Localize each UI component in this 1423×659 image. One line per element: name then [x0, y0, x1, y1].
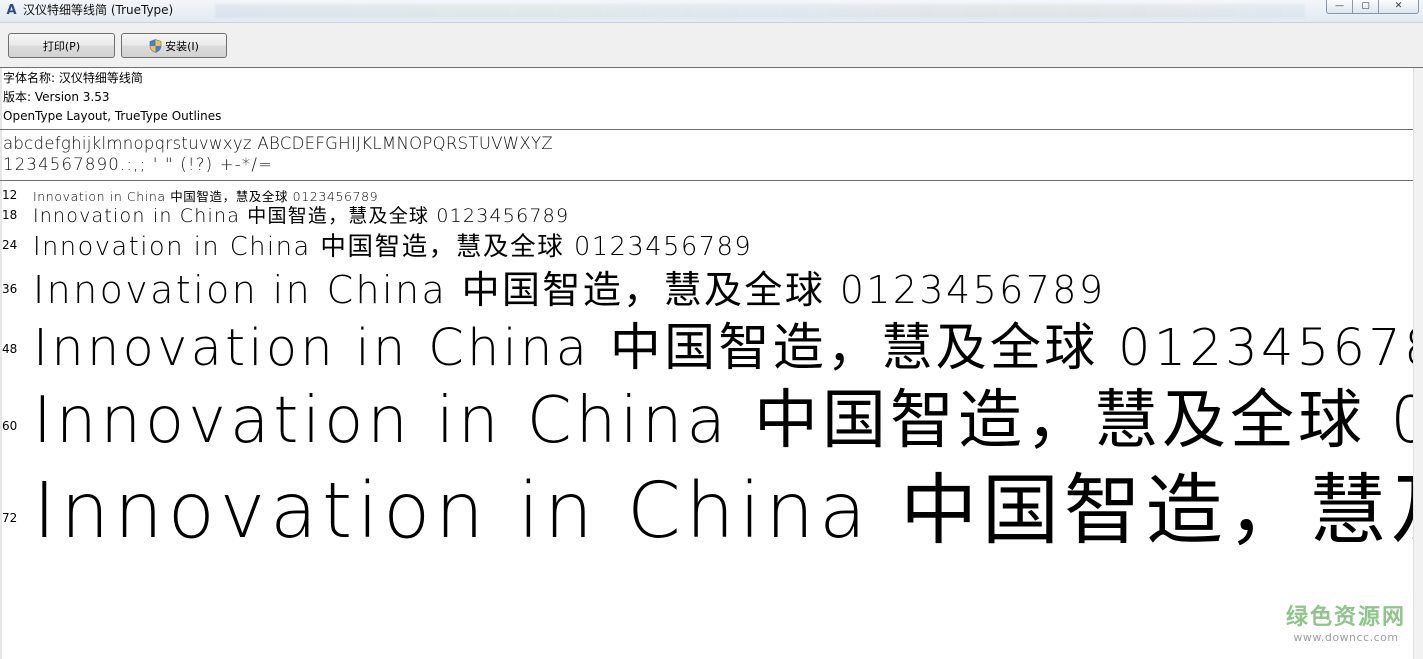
size-samples: 12 Innovation in China 中国智造，慧及全球 0123456…: [0, 181, 1413, 659]
title-bar: A 汉仪特细等线简 (TrueType) — ▢ ✕: [0, 0, 1423, 23]
install-button[interactable]: 安装(I): [121, 33, 227, 58]
size-label: 48: [2, 342, 18, 356]
size-label: 72: [2, 511, 18, 525]
size-label: 24: [2, 238, 18, 252]
background-taskbar-blur: [215, 4, 1305, 18]
font-viewer-icon: A: [6, 3, 17, 18]
vertical-scrollbar-track[interactable]: [1413, 68, 1423, 659]
print-button-label: 打印(P): [42, 39, 81, 53]
sample-text: Innovation in China 中国智造，慧及全球 0123456789: [33, 467, 1413, 556]
minimize-icon: —: [1335, 1, 1344, 11]
size-label: 60: [2, 419, 18, 433]
toolbar: 打印(P) 安装(I): [0, 23, 1423, 68]
sample-text: Innovation in China 中国智造，慧及全球 0123456789: [33, 232, 753, 262]
outlines-line: OpenType Layout, TrueType Outlines: [3, 109, 222, 123]
sample-text: Innovation in China 中国智造，慧及全球 0123456789: [33, 205, 570, 227]
version-line: 版本: Version 3.53: [3, 90, 110, 104]
install-button-label: 安装(I): [165, 39, 199, 53]
charset-letters: abcdefghijklmnopqrstuvwxyz ABCDEFGHIJKLM…: [3, 134, 553, 153]
font-name-line: 字体名称: 汉仪特细等线简: [3, 71, 143, 85]
window-title: 汉仪特细等线简 (TrueType): [23, 3, 174, 17]
size-label: 12: [2, 188, 18, 202]
info-divider: [0, 129, 1413, 130]
close-icon: ✕: [1394, 1, 1403, 11]
sample-text: Innovation in China 中国智造，慧及全球 0123456789: [33, 384, 1413, 458]
watermark: 绿色资源网 www.downcc.com: [1286, 605, 1406, 645]
font-info: 字体名称: 汉仪特细等线简 版本: Version 3.53 OpenType …: [3, 69, 221, 126]
print-button[interactable]: 打印(P): [8, 33, 115, 58]
size-label: 36: [2, 282, 18, 296]
watermark-logo: 绿色资源网: [1286, 605, 1407, 630]
maximize-icon: ▢: [1361, 1, 1370, 11]
charset-digits-symbols: 1234567890.:,; ' " (!?) +-*/=: [3, 155, 274, 174]
maximize-button[interactable]: ▢: [1352, 0, 1379, 14]
uac-shield-icon: [149, 38, 162, 53]
watermark-url: www.downcc.com: [1293, 631, 1399, 644]
size-label: 18: [2, 208, 18, 222]
close-button[interactable]: ✕: [1378, 0, 1419, 14]
minimize-button[interactable]: —: [1326, 0, 1353, 14]
